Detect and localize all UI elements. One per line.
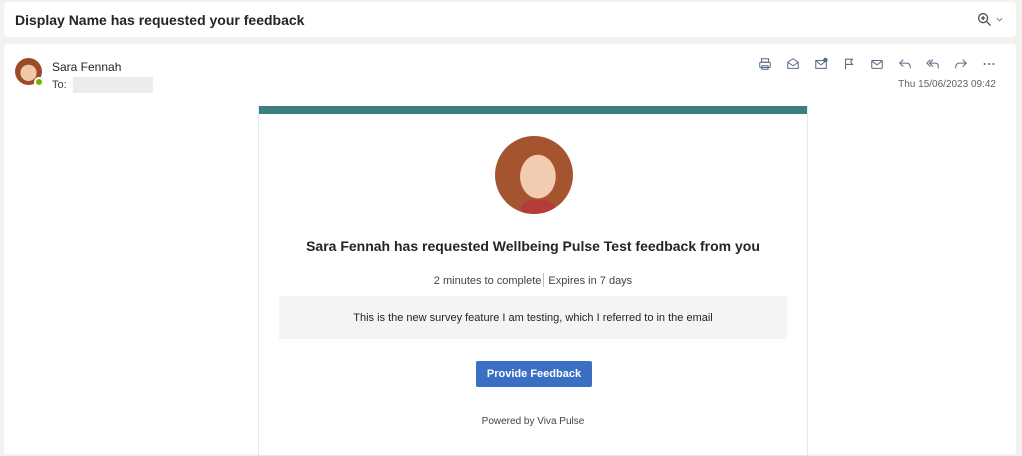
mark-read-icon[interactable]: [783, 54, 802, 73]
sender-avatar[interactable]: [15, 58, 44, 87]
chevron-down-icon[interactable]: [995, 15, 1004, 24]
meta-divider: [543, 273, 545, 287]
message-pane: Sara Fennah To: Thu 15/06/2023 09:42 Sar…: [4, 44, 1016, 456]
card-accent-bar: [259, 106, 807, 114]
zoom-in-icon[interactable]: [977, 12, 992, 27]
provide-feedback-button[interactable]: Provide Feedback: [476, 361, 592, 387]
recipients-line: To:: [52, 77, 153, 93]
zoom-control[interactable]: [977, 12, 1004, 27]
survey-duration: 2 minutes to complete: [433, 275, 542, 287]
message-timestamp: Thu 15/06/2023 09:42: [898, 79, 996, 90]
print-icon[interactable]: [755, 54, 774, 73]
reply-all-icon[interactable]: [923, 54, 942, 73]
requester-photo: [495, 136, 573, 214]
survey-expiry: Expires in 7 days: [548, 275, 633, 287]
mark-unread-icon[interactable]: [811, 54, 830, 73]
flag-icon[interactable]: [839, 54, 858, 73]
requester-note-text: This is the new survey feature I am test…: [353, 311, 713, 324]
powered-by-footer: Powered by Viva Pulse: [481, 416, 585, 427]
recipient-redacted[interactable]: [72, 77, 153, 93]
survey-meta: 2 minutes to complete Expires in 7 days: [259, 273, 807, 287]
message-actions-toolbar: [755, 54, 998, 73]
to-label: To:: [52, 79, 67, 91]
card-title: Sara Fennah has requested Wellbeing Puls…: [306, 238, 760, 254]
forward-icon[interactable]: [951, 54, 970, 73]
feedback-request-card: Sara Fennah has requested Wellbeing Puls…: [258, 106, 808, 456]
requester-note: This is the new survey feature I am test…: [279, 296, 787, 339]
sender-name[interactable]: Sara Fennah: [52, 60, 121, 74]
reply-icon[interactable]: [895, 54, 914, 73]
presence-status-icon: [34, 77, 44, 87]
mail-icon[interactable]: [867, 54, 886, 73]
more-icon[interactable]: [979, 54, 998, 73]
subject-bar: Display Name has requested your feedback: [4, 2, 1016, 37]
subject-title: Display Name has requested your feedback: [15, 11, 305, 28]
